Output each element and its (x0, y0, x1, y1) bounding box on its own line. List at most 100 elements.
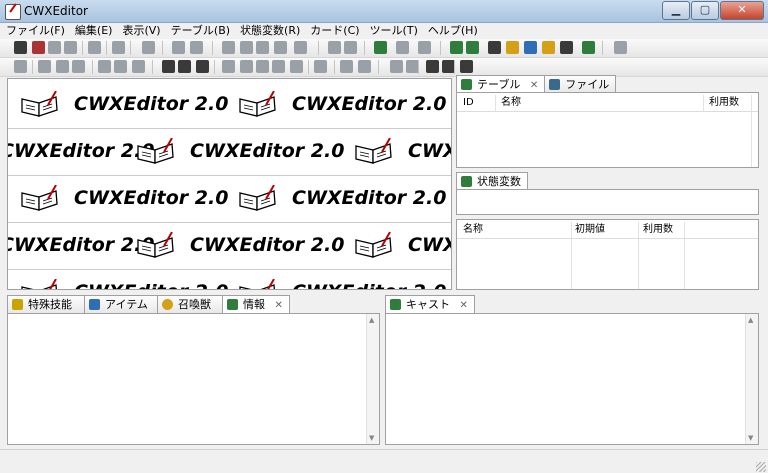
menu-help[interactable]: ヘルプ(H) (428, 23, 478, 39)
cast-content[interactable]: ▲ ▼ (385, 313, 759, 445)
grid-icon[interactable] (178, 60, 191, 73)
save-all-icon[interactable] (64, 41, 77, 54)
scroll-up-icon[interactable]: ▲ (369, 316, 374, 324)
scroll-up-icon[interactable]: ▲ (748, 316, 753, 324)
toolbar-separator (92, 60, 93, 74)
tab-summons[interactable]: 召喚獣 (157, 295, 223, 313)
print-icon[interactable] (112, 41, 125, 54)
area-view[interactable]: CWXEditor 2.0 CWXEditor 2.0 CWXEditor 2.0 C… (7, 78, 452, 290)
gossip-icon[interactable] (290, 60, 303, 73)
column-usage[interactable]: 利用数 (709, 96, 739, 110)
menu-edit[interactable]: 編集(E) (75, 23, 113, 39)
branch-icon[interactable] (38, 60, 51, 73)
menu-state-variable[interactable]: 状態変数(R) (240, 23, 300, 39)
new-icon[interactable] (14, 41, 27, 54)
item-icon[interactable] (542, 41, 555, 54)
get-icon[interactable] (240, 60, 253, 73)
copy-icon[interactable] (240, 41, 253, 54)
minimize-button[interactable]: ▁ (662, 1, 690, 20)
column-id[interactable]: ID (463, 96, 474, 110)
branch-flag-icon[interactable] (56, 60, 69, 73)
tab-info[interactable]: 情報 ✕ (222, 295, 290, 314)
effect-icon[interactable] (222, 60, 235, 73)
menu-tools[interactable]: ツール(T) (370, 23, 418, 39)
list-icon[interactable] (196, 60, 209, 73)
open-icon[interactable] (32, 41, 45, 54)
redisplay-icon[interactable] (390, 60, 403, 73)
cast-icon[interactable] (506, 41, 519, 54)
vertical-scrollbar[interactable]: ▲ ▼ (745, 314, 758, 444)
edit-icon[interactable] (374, 41, 387, 54)
scroll-down-icon[interactable]: ▼ (748, 434, 753, 442)
variable-icon (461, 176, 472, 187)
tab-items[interactable]: アイテム (84, 295, 158, 313)
menu-table[interactable]: テーブル(B) (171, 23, 230, 39)
pattern-icon[interactable] (460, 60, 473, 73)
column-name[interactable]: 名称 (463, 223, 483, 237)
column-name[interactable]: 名称 (501, 96, 521, 110)
tab-file[interactable]: ファイル (544, 75, 617, 93)
table-list[interactable]: ID 名称 利用数 (456, 92, 759, 168)
card-icon[interactable] (162, 60, 175, 73)
state-variable-list[interactable]: 名称 初期値 利用数 (456, 219, 759, 290)
talk-icon[interactable] (314, 60, 327, 73)
export-icon[interactable] (88, 41, 101, 54)
vertical-scrollbar[interactable]: ▲ ▼ (366, 314, 379, 444)
tab-skills[interactable]: 特殊技能 (7, 295, 85, 313)
battle-icon[interactable] (466, 41, 479, 54)
tab-cast[interactable]: キャスト ✕ (385, 295, 475, 314)
elapse-icon[interactable] (358, 60, 371, 73)
cut-icon[interactable] (222, 41, 235, 54)
branch-step-icon[interactable] (72, 60, 85, 73)
toolbar-separator (440, 41, 441, 55)
menu-view[interactable]: 表示(V) (122, 23, 160, 39)
skill-icon[interactable] (524, 41, 537, 54)
close-icon[interactable]: ✕ (530, 80, 538, 91)
save-icon[interactable] (48, 41, 61, 54)
content-icon[interactable] (14, 60, 27, 73)
move-down-icon[interactable] (344, 41, 357, 54)
wait-icon[interactable] (340, 60, 353, 73)
menu-card[interactable]: カード(C) (310, 23, 359, 39)
area-icon[interactable] (450, 41, 463, 54)
paste-icon[interactable] (256, 41, 269, 54)
close-icon[interactable]: ✕ (460, 300, 468, 311)
coupon-icon[interactable] (272, 60, 285, 73)
move-up-icon[interactable] (328, 41, 341, 54)
info-panel-tabs: 特殊技能 アイテム 召喚獣 情報 ✕ (7, 295, 290, 314)
tab-skills-label: 特殊技能 (28, 298, 72, 311)
info-icon[interactable] (582, 41, 595, 54)
banner-row: CWXEditor 2.0 CWXEditor 2.0 CWXEditor 2.0 (8, 222, 451, 270)
column-divider (571, 222, 572, 289)
lose-icon[interactable] (256, 60, 269, 73)
close-icon[interactable]: ✕ (275, 300, 283, 311)
set-step-icon[interactable] (114, 60, 127, 73)
column-initial-value[interactable]: 初期値 (575, 223, 605, 237)
page-icon[interactable] (142, 41, 155, 54)
set-flag-icon[interactable] (98, 60, 111, 73)
book-logo-icon (239, 91, 276, 117)
delete-icon[interactable] (274, 41, 287, 54)
resize-grip-icon[interactable] (756, 462, 766, 472)
tab-state-variable-label: 状態変数 (477, 175, 521, 188)
book-logo-icon (21, 91, 58, 117)
beast-icon[interactable] (560, 41, 573, 54)
scroll-down-icon[interactable]: ▼ (369, 434, 374, 442)
package-icon[interactable] (488, 41, 501, 54)
image-icon[interactable] (396, 41, 409, 54)
column-usage[interactable]: 利用数 (643, 223, 673, 237)
info-icon (227, 299, 238, 310)
cube-icon[interactable] (426, 60, 439, 73)
find-icon[interactable] (418, 41, 431, 54)
maximize-button[interactable]: ▢ (691, 1, 719, 20)
close-button[interactable]: ✕ (720, 1, 764, 20)
state-variable-tree[interactable] (456, 189, 759, 215)
duplicate-icon[interactable] (294, 41, 307, 54)
info-content[interactable]: ▲ ▼ (7, 313, 380, 445)
reverse-icon[interactable] (132, 60, 145, 73)
tool-icon[interactable] (614, 41, 627, 54)
toolbar-separator (152, 60, 153, 74)
redo-icon[interactable] (190, 41, 203, 54)
menu-file[interactable]: ファイル(F) (6, 23, 65, 39)
undo-icon[interactable] (172, 41, 185, 54)
